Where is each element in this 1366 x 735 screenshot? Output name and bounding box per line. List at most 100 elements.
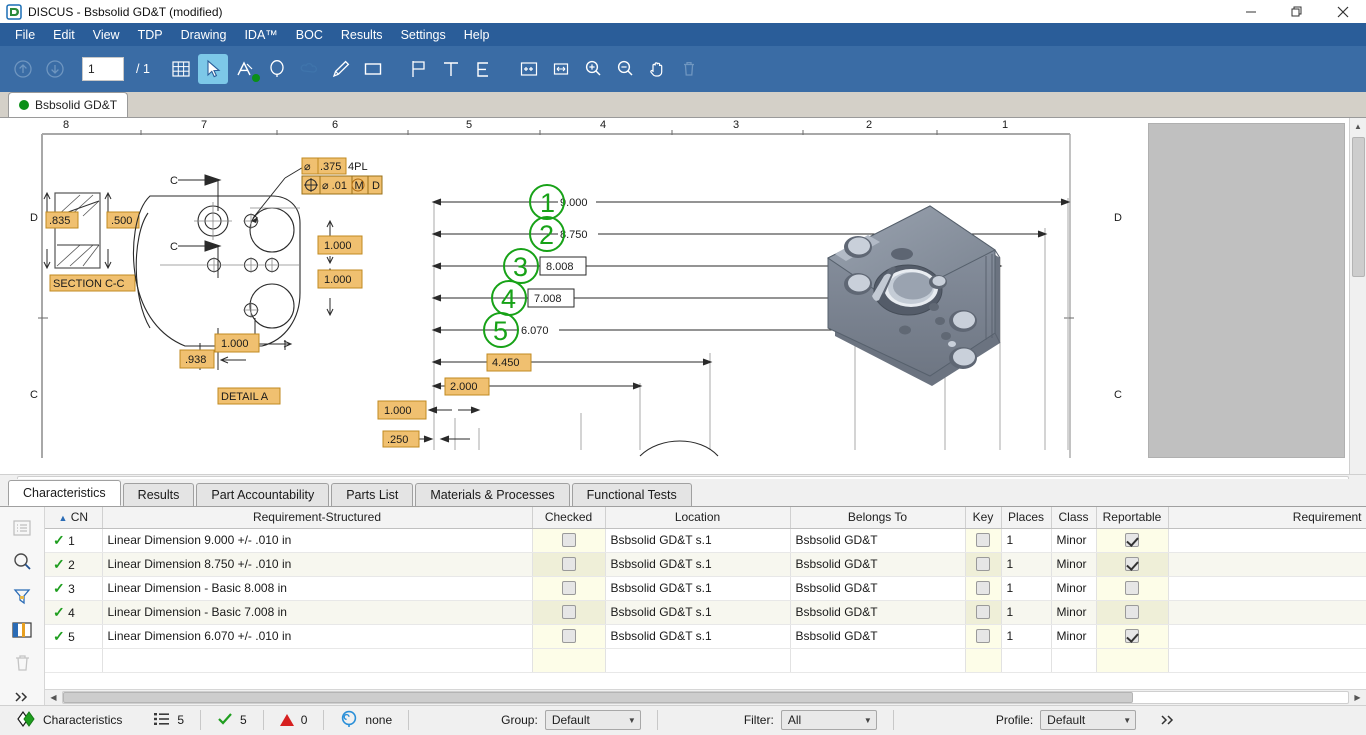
table-row[interactable]: ✓ 5 Linear Dimension 6.070 +/- .010 in Bsb… [45, 624, 1366, 649]
status-balloon[interactable]: none [324, 706, 408, 735]
grid-scroll-thumb[interactable] [63, 692, 1133, 703]
grid-scroll-left-arrow-icon[interactable]: ◀ [45, 690, 62, 706]
key-checkbox[interactable] [976, 629, 990, 644]
fit-width-icon[interactable] [546, 54, 576, 84]
cell-key[interactable] [965, 624, 1002, 649]
list-icon[interactable] [9, 519, 35, 536]
reportable-checkbox[interactable] [1125, 533, 1139, 548]
checked-checkbox[interactable] [561, 629, 576, 644]
key-checkbox[interactable] [976, 533, 990, 548]
tab-results[interactable]: Results [122, 483, 195, 506]
checked-checkbox[interactable] [561, 605, 576, 620]
columns-icon[interactable] [9, 621, 35, 638]
reportable-checkbox[interactable] [1125, 557, 1139, 572]
table-row[interactable]: ✓ 3 Linear Dimension - Basic 8.008 in Bsbs… [45, 576, 1366, 601]
checked-checkbox[interactable] [561, 533, 576, 548]
select-cursor-icon[interactable] [197, 54, 228, 84]
scroll-thumb[interactable] [1351, 137, 1365, 277]
cell-checked[interactable] [532, 528, 606, 553]
minimize-button[interactable] [1228, 0, 1274, 23]
grid-icon[interactable] [166, 54, 196, 84]
restore-button[interactable] [1274, 0, 1320, 23]
menu-ida[interactable]: IDA™ [235, 25, 286, 45]
grid-scroll-track[interactable] [62, 691, 1349, 704]
drawing-vertical-scrollbar[interactable]: ▲ [1349, 118, 1366, 474]
fit-page-icon[interactable] [514, 54, 544, 84]
reportable-checkbox[interactable] [1125, 605, 1139, 620]
cell-key[interactable] [965, 552, 1002, 577]
reportable-checkbox[interactable] [1125, 581, 1139, 596]
flag-icon[interactable] [404, 54, 434, 84]
key-checkbox[interactable] [976, 557, 990, 572]
column-header-requirement[interactable]: Requirement [1168, 507, 1366, 529]
tab-characteristics[interactable]: Characteristics [8, 480, 121, 506]
reportable-checkbox[interactable] [1125, 629, 1139, 644]
filter-funnel-icon[interactable] [9, 587, 35, 605]
column-header-key[interactable]: Key [965, 507, 1002, 529]
characteristics-grid[interactable]: ▲ CN Requirement-Structured Checked Loca… [45, 507, 1366, 705]
menu-edit[interactable]: Edit [44, 25, 84, 45]
balloon-icon[interactable] [262, 54, 292, 84]
cell-key[interactable] [965, 528, 1002, 553]
cell-reportable[interactable] [1096, 624, 1169, 649]
group-select[interactable]: Default ▼ [544, 710, 641, 730]
menu-file[interactable]: File [6, 25, 44, 45]
column-header-location[interactable]: Location [605, 507, 791, 529]
page-number-input[interactable]: 1 [82, 57, 124, 81]
cell-checked[interactable] [532, 576, 606, 601]
trash-icon[interactable] [9, 654, 35, 672]
annotate-a-icon[interactable] [230, 54, 260, 84]
table-row[interactable]: ✓ 1 Linear Dimension 9.000 +/- .010 in Bsb… [45, 528, 1366, 553]
cell-reportable[interactable] [1096, 600, 1169, 625]
menu-view[interactable]: View [84, 25, 129, 45]
zoom-out-icon[interactable] [610, 54, 640, 84]
cell-reportable[interactable] [1096, 576, 1169, 601]
pen-icon[interactable] [326, 54, 356, 84]
checked-checkbox[interactable] [561, 581, 576, 596]
characteristics-table[interactable]: ▲ CN Requirement-Structured Checked Loca… [45, 507, 1366, 673]
drawing-viewer[interactable]: 876 543 21 DC DC .835 .500 SECTION C-C C… [0, 118, 1366, 474]
arrow-down-circle-icon[interactable] [40, 54, 70, 84]
cell-checked[interactable] [532, 624, 606, 649]
zoom-in-icon[interactable] [578, 54, 608, 84]
menu-drawing[interactable]: Drawing [172, 25, 236, 45]
status-mode[interactable]: Characteristics [0, 706, 138, 735]
arrow-up-circle-icon[interactable] [8, 54, 38, 84]
tab-parts-list[interactable]: Parts List [331, 483, 414, 506]
pan-hand-icon[interactable] [642, 54, 672, 84]
table-row[interactable]: ✓ 2 Linear Dimension 8.750 +/- .010 in Bsb… [45, 552, 1366, 577]
rectangle-icon[interactable] [358, 54, 388, 84]
key-checkbox[interactable] [976, 581, 990, 596]
tab-part-accountability[interactable]: Part Accountability [196, 483, 330, 506]
cell-checked[interactable] [532, 600, 606, 625]
search-icon[interactable] [9, 552, 35, 571]
menu-tdp[interactable]: TDP [129, 25, 172, 45]
column-header-requirement-structured[interactable]: Requirement-Structured [102, 507, 533, 529]
document-tab-bsbsolid[interactable]: Bsbsolid GD&T [8, 92, 129, 117]
text-t-icon[interactable] [436, 54, 466, 84]
filter-select[interactable]: All ▼ [780, 710, 877, 730]
cell-checked[interactable] [532, 552, 606, 577]
letter-e-icon[interactable] [468, 54, 498, 84]
menu-help[interactable]: Help [455, 25, 499, 45]
checked-checkbox[interactable] [561, 557, 576, 572]
trash-icon[interactable] [674, 54, 704, 84]
table-row[interactable]: ✓ 4 Linear Dimension - Basic 7.008 in Bsbs… [45, 600, 1366, 625]
column-header-class[interactable]: Class [1051, 507, 1097, 529]
column-header-cn[interactable]: ▲ CN [45, 507, 103, 529]
scroll-up-arrow-icon[interactable]: ▲ [1350, 118, 1366, 135]
profile-select[interactable]: Default ▼ [1040, 710, 1137, 730]
grid-horizontal-scrollbar[interactable]: ◀ ▶ [45, 689, 1366, 705]
key-checkbox[interactable] [976, 605, 990, 620]
menu-results[interactable]: Results [332, 25, 392, 45]
chevron-double-right-icon[interactable] [9, 688, 35, 705]
column-header-checked[interactable]: Checked [532, 507, 606, 529]
close-button[interactable] [1320, 0, 1366, 23]
column-header-belongs-to[interactable]: Belongs To [790, 507, 966, 529]
column-header-places[interactable]: Places [1001, 507, 1052, 529]
cell-key[interactable] [965, 600, 1002, 625]
tab-materials-processes[interactable]: Materials & Processes [415, 483, 570, 506]
column-header-reportable[interactable]: Reportable [1096, 507, 1169, 529]
status-overflow[interactable] [1152, 706, 1184, 735]
grid-scroll-right-arrow-icon[interactable]: ▶ [1349, 690, 1366, 706]
